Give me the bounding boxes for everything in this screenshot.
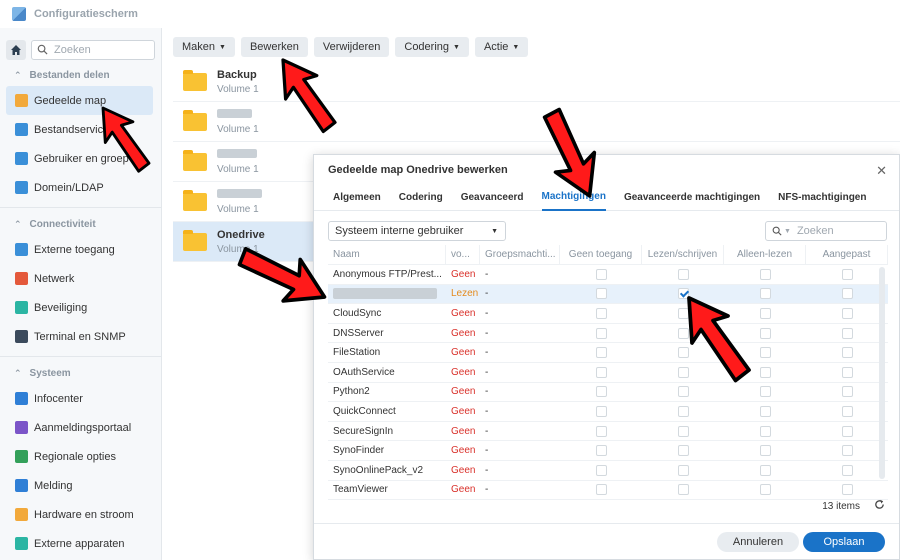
arrow-to-gedeelde-map [101, 106, 151, 173]
annotation-arrow-icon [101, 58, 751, 383]
arrow-to-lezen-schrijven [687, 296, 751, 383]
arrow-to-onedrive [232, 223, 327, 329]
arrow-to-machtigingen [530, 105, 606, 198]
arrow-to-bewerken [281, 58, 337, 134]
